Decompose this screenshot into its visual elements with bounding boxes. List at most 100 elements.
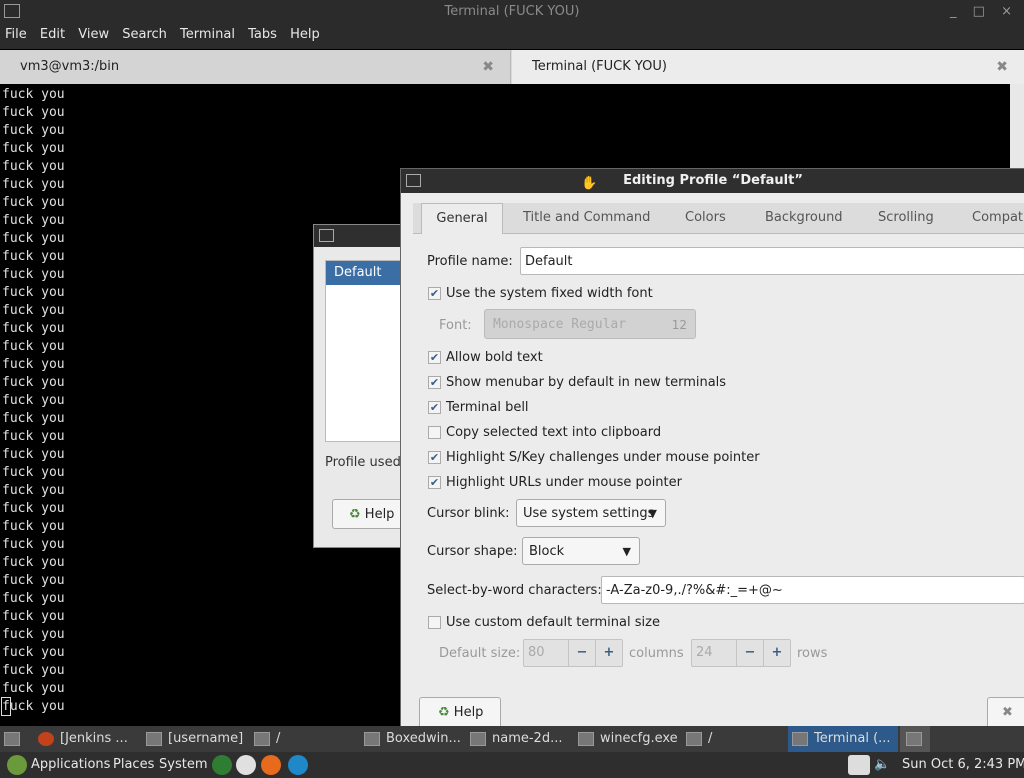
firefox-icon[interactable] [261, 755, 281, 775]
chrome-icon[interactable] [236, 755, 256, 775]
window-icon [364, 731, 380, 746]
taskbar-item-winecfg[interactable]: winecfg.exe [578, 726, 678, 752]
vscode-icon[interactable] [212, 755, 232, 775]
help-button-label: Help [364, 507, 395, 522]
tab-vm3-bin[interactable]: vm3@vm3:/bin ✖ [0, 50, 511, 84]
select-by-word-input[interactable]: -A-Za-z0-9,./?%&#:_=+@~ [601, 576, 1024, 604]
window-controls[interactable]: _ □ × [950, 0, 1018, 24]
font-picker-button[interactable]: Monospace Regular 12 [484, 309, 696, 339]
menu-tabs[interactable]: Tabs [244, 24, 281, 46]
menu-places[interactable]: Places [113, 752, 154, 778]
dropdown-arrow-icon: ▼ [648, 507, 657, 520]
workspace-icon [906, 731, 922, 746]
taskbar-item-terminal[interactable]: Terminal (... [788, 726, 898, 752]
taskbar-item-root-folder-2[interactable]: / [686, 726, 712, 752]
tab-bar: vm3@vm3:/bin ✖ Terminal (FUCK YOU) ✖ [0, 50, 1024, 84]
menu-applications[interactable]: Applications [31, 752, 110, 778]
custom-size-checkbox[interactable] [428, 616, 441, 629]
close-icon[interactable]: ✖ [482, 50, 494, 84]
tab-background[interactable]: Background [765, 203, 843, 233]
menu-help[interactable]: Help [286, 24, 324, 46]
taskbar-item-root-folder[interactable]: / [254, 726, 280, 752]
tab-colors[interactable]: Colors [685, 203, 726, 233]
tab-title-and-command[interactable]: Title and Command [523, 203, 650, 233]
tab-label: Terminal (FUCK YOU) [532, 59, 667, 74]
columns-value: 80 [528, 645, 545, 660]
help-button[interactable]: ♻ Help [419, 697, 501, 729]
copy-selected-label: Copy selected text into clipboard [446, 425, 662, 440]
terminal-bell-label: Terminal bell [446, 400, 529, 415]
edge-dev-icon[interactable] [288, 755, 308, 775]
taskbar-item-name-2d[interactable]: name-2d... [470, 726, 562, 752]
task-label: [username] [168, 731, 244, 746]
rows-spinner[interactable]: 24 − + [691, 639, 791, 667]
highlight-urls-label: Highlight URLs under mouse pointer [446, 475, 682, 490]
profile-tabs: General Title and Command Colors Backgro… [413, 203, 1024, 234]
tab-label: vm3@vm3:/bin [20, 59, 120, 74]
minus-icon[interactable]: − [736, 640, 763, 666]
cursor-shape-label: Cursor shape: [427, 544, 518, 559]
menu-search[interactable]: Search [118, 24, 171, 46]
profile-name-input[interactable]: Default [520, 247, 1024, 275]
terminal-bell-checkbox[interactable]: ✔ [428, 401, 441, 414]
highlight-skey-label: Highlight S/Key challenges under mouse p… [446, 450, 760, 465]
clock[interactable]: Sun Oct 6, 2:43 PM [902, 752, 1024, 778]
menu-view[interactable]: View [74, 24, 113, 46]
show-menubar-checkbox[interactable]: ✔ [428, 376, 441, 389]
network-icon[interactable] [848, 755, 870, 775]
use-system-font-label: Use the system fixed width font [446, 286, 653, 301]
show-desktop-icon[interactable] [4, 726, 26, 752]
folder-icon [254, 731, 270, 746]
menu-terminal[interactable]: Terminal [176, 24, 239, 46]
firefox-icon [38, 731, 54, 746]
cursor-shape-value: Block [529, 544, 565, 559]
workspace-switcher[interactable] [900, 726, 930, 752]
volume-icon[interactable]: 🔈 [874, 752, 890, 778]
profiles-dialog-titlebar [314, 225, 414, 247]
taskbar-item-jenkins[interactable]: [Jenkins ... [38, 726, 128, 752]
font-name: Monospace Regular [493, 317, 627, 332]
font-size: 12 [671, 318, 687, 332]
terminal-icon [792, 731, 808, 746]
highlight-urls-checkbox[interactable]: ✔ [428, 476, 441, 489]
terminal-icon [406, 174, 421, 187]
help-icon: ♻ [438, 705, 454, 720]
terminal-line: fuck you [2, 141, 65, 156]
taskbar-item-boxedwin[interactable]: Boxedwin... [364, 726, 461, 752]
minus-icon[interactable]: − [568, 640, 595, 666]
tab-general[interactable]: General [421, 203, 503, 234]
allow-bold-checkbox[interactable]: ✔ [428, 351, 441, 364]
use-system-font-checkbox[interactable]: ✔ [428, 287, 441, 300]
default-size-label: Default size: [439, 646, 521, 661]
plus-icon[interactable]: + [595, 640, 622, 666]
task-label: name-2d... [492, 731, 563, 746]
menu-system[interactable]: System [159, 752, 207, 778]
profile-name-label: Profile name: [427, 254, 513, 269]
tab-scrolling[interactable]: Scrolling [878, 203, 934, 233]
folder-icon [686, 731, 702, 746]
custom-size-label: Use custom default terminal size [446, 615, 660, 630]
menu-file[interactable]: File [1, 24, 31, 46]
folder-icon [146, 731, 162, 746]
terminal-icon [319, 229, 334, 242]
cursor-blink-select[interactable]: Use system settings ▼ [516, 499, 666, 527]
cursor-shape-select[interactable]: Block ▼ [522, 537, 640, 565]
close-icon[interactable]: ✖ [996, 50, 1008, 84]
columns-spinner[interactable]: 80 − + [523, 639, 623, 667]
taskbar-item-username[interactable]: [username] [146, 726, 243, 752]
task-label: Terminal (... [814, 731, 891, 746]
cursor-blink-label: Cursor blink: [427, 506, 510, 521]
help-icon: ♻ [349, 507, 365, 522]
menu-edit[interactable]: Edit [36, 24, 69, 46]
plus-icon[interactable]: + [763, 640, 790, 666]
allow-bold-label: Allow bold text [446, 350, 543, 365]
task-label: [Jenkins ... [60, 731, 128, 746]
task-label: Boxedwin... [386, 731, 461, 746]
general-tab-panel: Profile name: Default ✔ Use the system f… [413, 233, 1024, 703]
tab-terminal-active[interactable]: Terminal (FUCK YOU) ✖ [512, 50, 1024, 84]
tab-compatibility[interactable]: Compati [972, 203, 1024, 233]
rows-label: rows [797, 646, 828, 661]
close-button[interactable]: ✖ C [987, 697, 1024, 750]
copy-selected-checkbox[interactable] [428, 426, 441, 439]
highlight-skey-checkbox[interactable]: ✔ [428, 451, 441, 464]
